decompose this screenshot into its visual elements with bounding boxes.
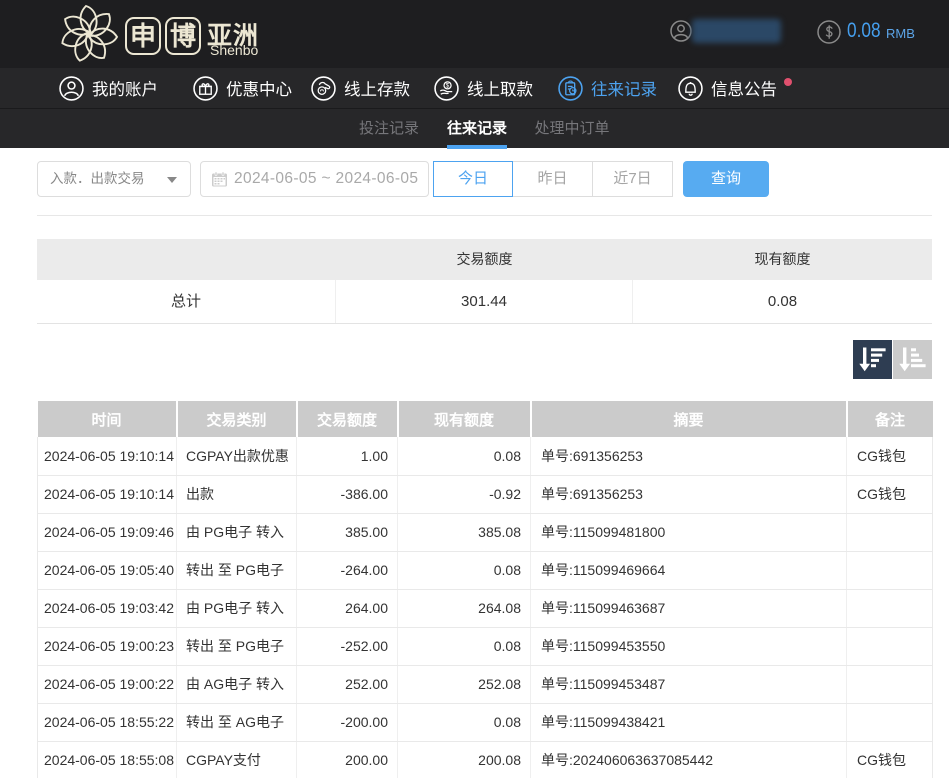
svg-text:$: $	[446, 82, 450, 89]
